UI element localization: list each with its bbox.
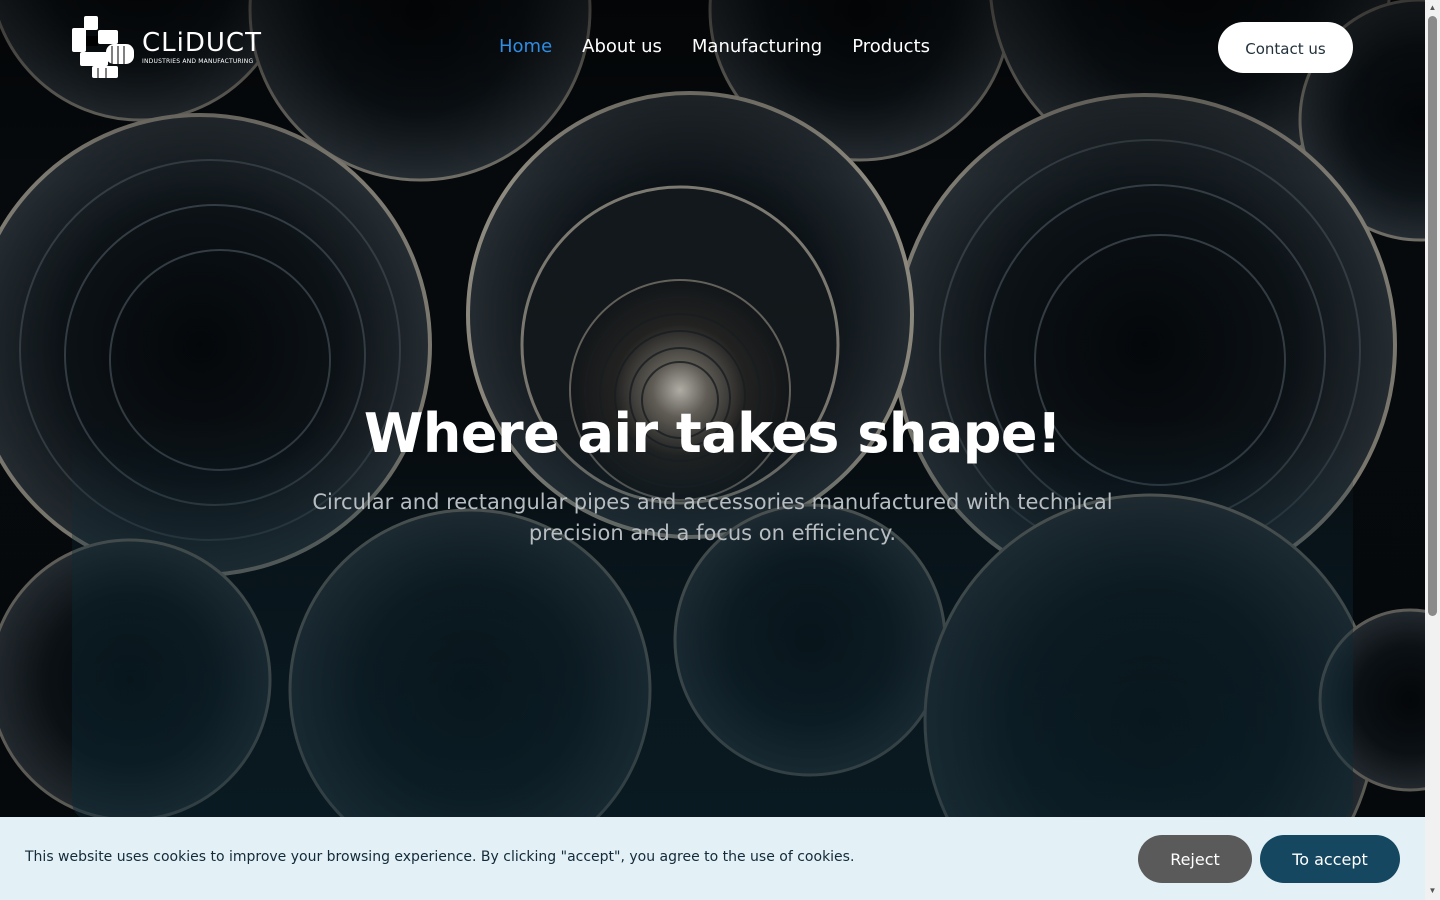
reject-cookies-button[interactable]: Reject <box>1138 835 1252 883</box>
cookie-consent-bar: This website uses cookies to improve you… <box>0 817 1425 900</box>
cookie-message: This website uses cookies to improve you… <box>25 849 855 865</box>
nav-products[interactable]: Products <box>852 34 930 60</box>
page: CLiDUCT INDUSTRIES AND MANUFACTURING Hom… <box>0 0 1425 900</box>
brand-tagline: INDUSTRIES AND MANUFACTURING <box>142 57 254 65</box>
nav-manufacturing[interactable]: Manufacturing <box>692 34 822 60</box>
scrollbar-thumb[interactable] <box>1428 16 1437 616</box>
contact-us-button[interactable]: Contact us <box>1218 22 1353 73</box>
hero-panel <box>72 420 1353 820</box>
main-nav: Home About us Manufacturing Products <box>499 34 930 60</box>
brand-text: CLiDUCT INDUSTRIES AND MANUFACTURING <box>142 30 262 65</box>
hero-subtitle: Circular and rectangular pipes and acces… <box>312 490 1113 545</box>
accept-cookies-button[interactable]: To accept <box>1260 835 1400 883</box>
page-scrollbar[interactable]: ▲ ▼ <box>1425 0 1440 900</box>
scroll-up-arrow-icon[interactable]: ▲ <box>1428 3 1437 13</box>
brand-name: CLiDUCT <box>142 27 262 58</box>
scroll-down-arrow-icon[interactable]: ▼ <box>1428 886 1437 896</box>
site-header: CLiDUCT INDUSTRIES AND MANUFACTURING Hom… <box>0 0 1425 96</box>
nav-home[interactable]: Home <box>499 34 552 60</box>
brand-logo[interactable]: CLiDUCT INDUSTRIES AND MANUFACTURING <box>72 16 264 78</box>
nav-about-us[interactable]: About us <box>582 34 662 60</box>
duct-logo-icon <box>72 16 134 78</box>
hero-title: Where air takes shape! <box>363 402 1062 465</box>
